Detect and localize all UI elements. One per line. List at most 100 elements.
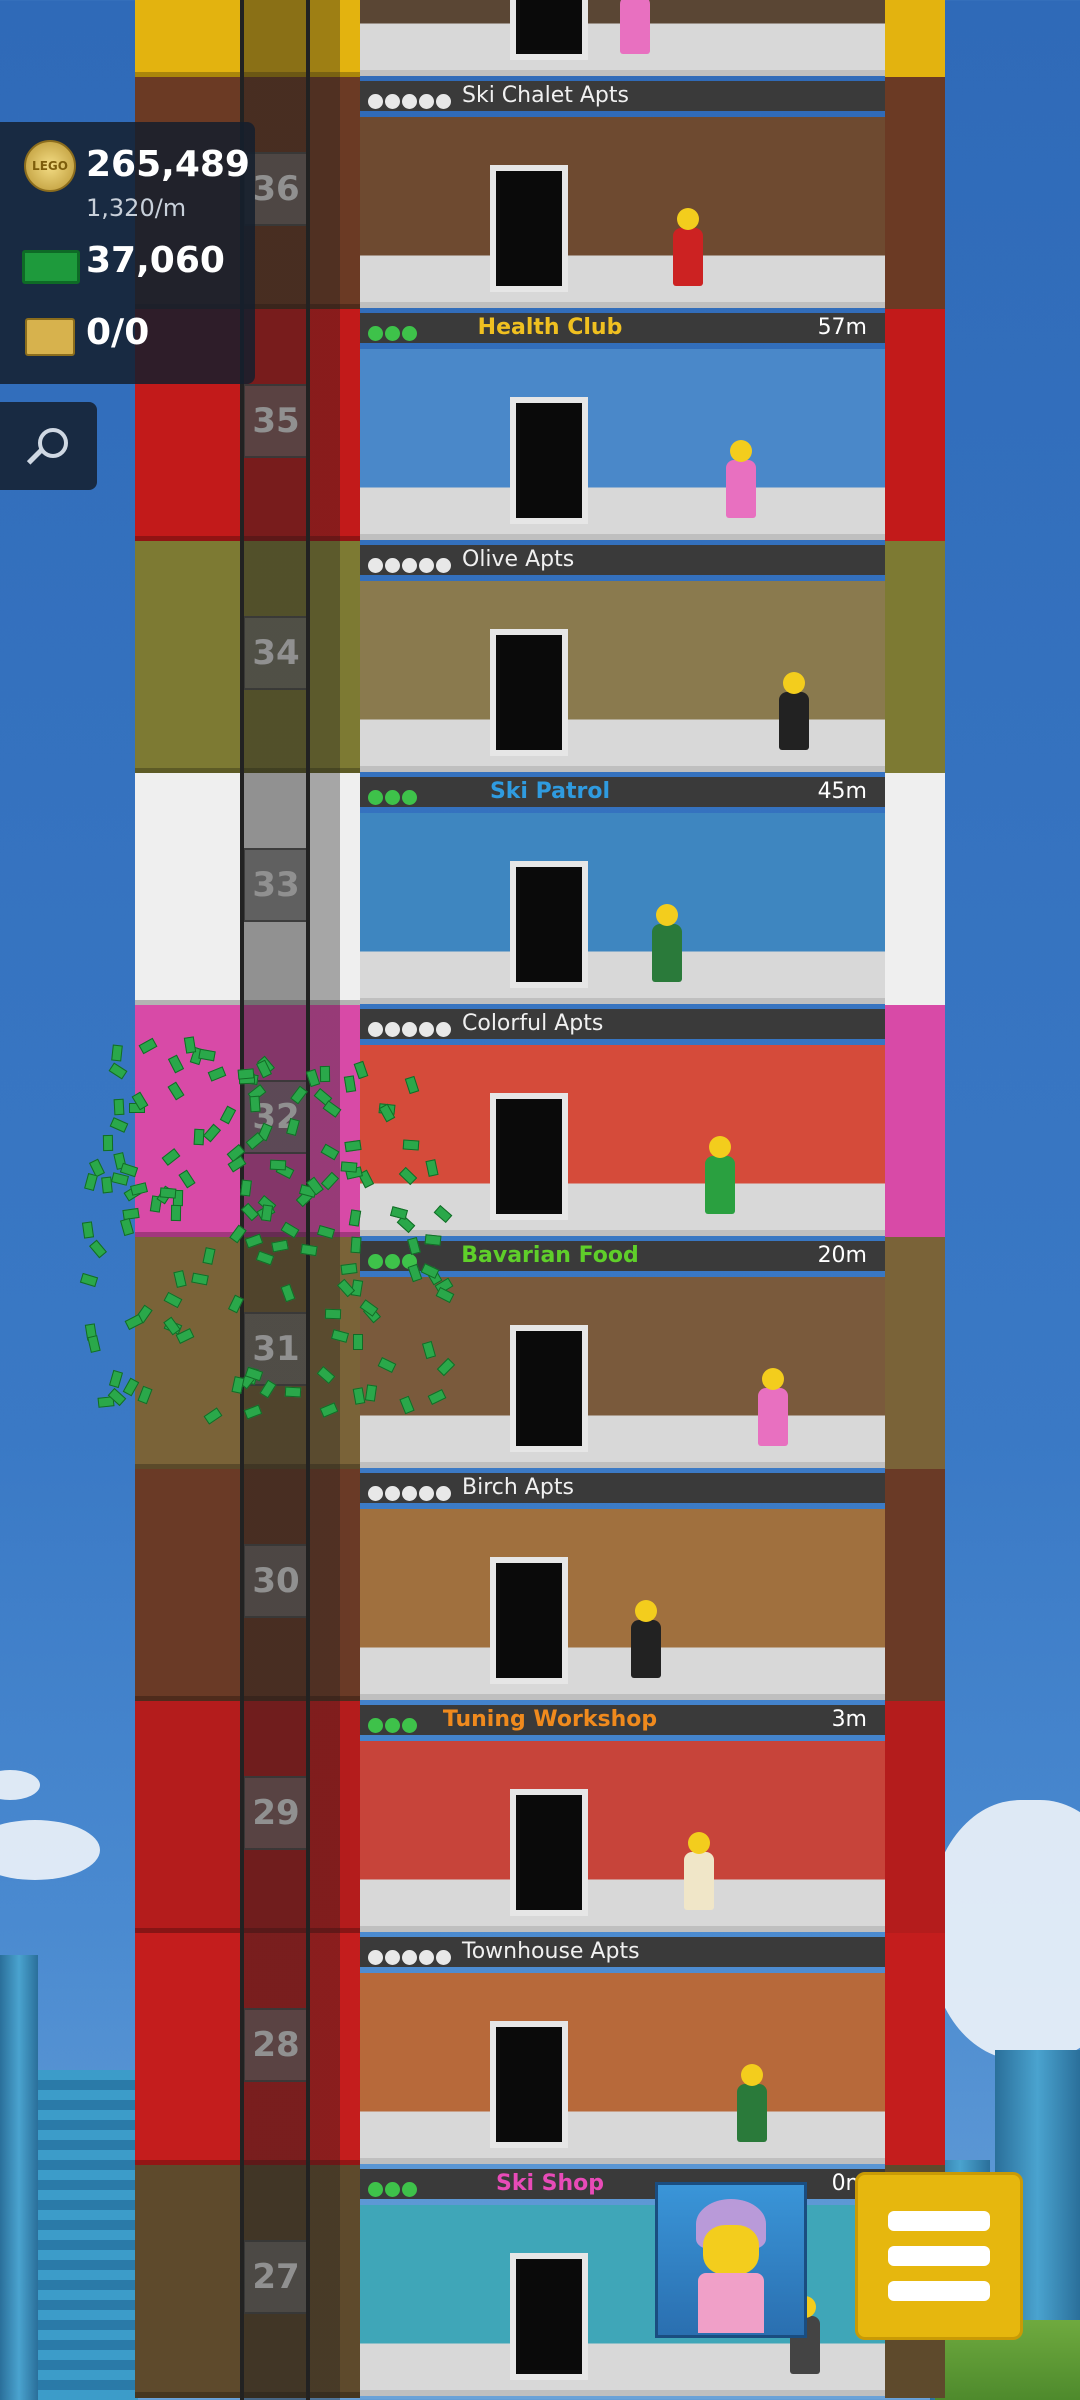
door <box>510 2253 588 2380</box>
stock-indicator <box>368 88 453 118</box>
coins-rate: 1,320/m <box>86 194 187 222</box>
bux-note <box>159 1187 177 1199</box>
minifigure[interactable] <box>620 0 650 54</box>
door <box>490 165 568 292</box>
minifigure[interactable] <box>726 440 756 518</box>
floor-wall <box>885 0 945 78</box>
room-interior[interactable] <box>360 117 885 308</box>
bux-note <box>81 1221 95 1239</box>
floor-name: Health Club <box>477 315 623 340</box>
door <box>510 397 588 524</box>
restock-timer: 45m <box>817 779 867 804</box>
stock-indicator <box>368 1480 453 1510</box>
bux-note <box>340 1262 358 1275</box>
bux-note <box>340 1160 358 1173</box>
bux-note <box>89 1239 108 1259</box>
bux-note <box>111 1044 124 1062</box>
door <box>510 861 588 988</box>
room-interior[interactable] <box>360 349 885 540</box>
room-interior[interactable] <box>360 1509 885 1700</box>
door <box>490 629 568 756</box>
restock-timer: 3m <box>831 1707 867 1732</box>
bux-note <box>87 1334 101 1353</box>
bux-note <box>284 1386 302 1398</box>
bux-note <box>120 1217 135 1236</box>
bux-note <box>109 1369 124 1389</box>
floor-wall <box>885 1237 945 1470</box>
floor-label-bar[interactable]: Townhouse Apts <box>360 1937 885 1967</box>
room-interior[interactable]: COMICS <box>360 0 885 76</box>
floor-label-bar[interactable]: Ski Patrol 45m <box>360 777 885 807</box>
coin-icon: LEGO <box>24 140 76 192</box>
crate-icon <box>25 318 75 356</box>
floor-label-bar[interactable]: Health Club 57m <box>360 313 885 343</box>
bux-icon <box>22 250 80 284</box>
minifigure[interactable] <box>705 1136 735 1214</box>
floor-label-bar[interactable]: Tuning Workshop 3m <box>360 1705 885 1735</box>
menu-button[interactable] <box>855 2172 1023 2340</box>
floor-label-bar[interactable]: Birch Apts <box>360 1473 885 1503</box>
floor-wall <box>885 77 945 310</box>
currency-panel: LEGO 265,489 1,320/m 37,060 0/0 <box>0 122 255 384</box>
floor-wall <box>885 1469 945 1702</box>
minifigure[interactable] <box>737 2064 767 2142</box>
door <box>490 1093 568 1220</box>
bux-note <box>103 1134 114 1151</box>
floor-wall <box>885 309 945 542</box>
door <box>510 1789 588 1916</box>
stock-indicator <box>368 1944 453 1974</box>
minifigure[interactable] <box>673 208 703 286</box>
room-interior[interactable] <box>360 1741 885 1932</box>
minifigure[interactable] <box>652 904 682 982</box>
bux-note <box>193 1128 205 1146</box>
city-building <box>0 1955 38 2400</box>
bux-note <box>260 1204 273 1222</box>
room-interior[interactable] <box>360 581 885 772</box>
minifigure[interactable] <box>684 1832 714 1910</box>
minifigure[interactable] <box>779 672 809 750</box>
floor-wall <box>885 1701 945 1934</box>
floor-name: Ski Chalet Apts <box>462 83 629 108</box>
bux-note <box>269 1159 287 1171</box>
city-building <box>38 2070 138 2400</box>
bux-note <box>80 1273 99 1288</box>
elevator-shaft[interactable] <box>240 0 340 2400</box>
bux-note <box>238 1067 255 1080</box>
bux-note <box>108 1062 128 1080</box>
floor-wall <box>885 541 945 774</box>
floor-name: Olive Apts <box>462 547 575 572</box>
floor-name: Ski Patrol <box>489 779 611 804</box>
floor-label-bar[interactable]: Ski Chalet Apts <box>360 81 885 111</box>
floor-wall <box>885 1005 945 1238</box>
room-interior[interactable] <box>360 1973 885 2164</box>
bux-note <box>109 1117 129 1133</box>
minifigure[interactable] <box>631 1600 661 1678</box>
floor-name: Colorful Apts <box>462 1011 604 1036</box>
bux-note <box>424 1234 442 1247</box>
floor-label-bar[interactable]: Colorful Apts <box>360 1009 885 1039</box>
room-interior[interactable] <box>360 813 885 1004</box>
bux-note <box>325 1308 342 1320</box>
bux-note <box>113 1098 125 1116</box>
inventory-value: 0/0 <box>86 312 150 353</box>
floor-label-bar[interactable]: Olive Apts <box>360 545 885 575</box>
door <box>490 1557 568 1684</box>
bux-note <box>319 1066 330 1083</box>
door <box>510 0 588 60</box>
door <box>510 1325 588 1452</box>
tower: 37COMICS36Ski Chalet Apts35Health Club57… <box>135 0 945 2400</box>
floor-name: Townhouse Apts <box>462 1939 640 1964</box>
cloud <box>0 1820 100 1880</box>
bux-note <box>83 1172 98 1191</box>
stock-indicator <box>368 552 453 582</box>
minifigure[interactable] <box>758 1368 788 1446</box>
character-avatar[interactable] <box>655 2182 807 2338</box>
stock-indicator <box>368 1016 453 1046</box>
floor-name: Tuning Workshop <box>442 1707 658 1732</box>
room-interior[interactable] <box>360 1277 885 1468</box>
restock-timer: 57m <box>817 315 867 340</box>
door <box>490 2021 568 2148</box>
floor-name: Birch Apts <box>462 1475 574 1500</box>
coins-value: 265,489 <box>86 144 250 185</box>
search-button[interactable] <box>0 402 97 490</box>
